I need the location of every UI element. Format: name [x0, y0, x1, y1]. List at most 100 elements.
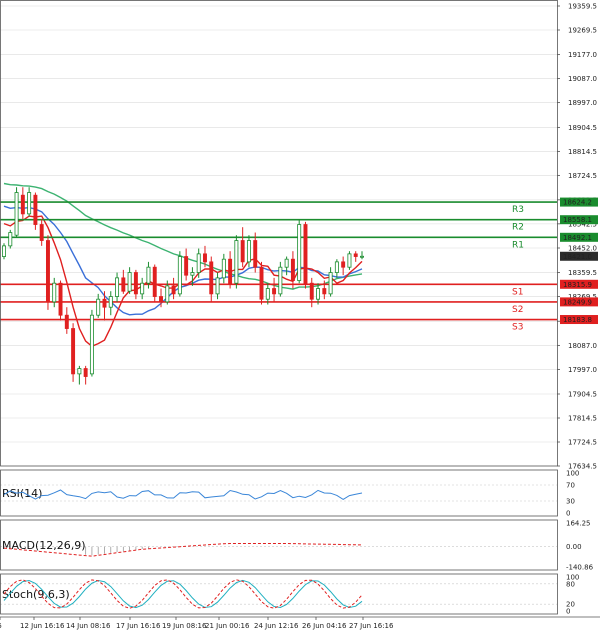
candle-body [115, 277, 120, 297]
level-label-r3: R3 [512, 205, 524, 215]
candle-body [341, 261, 346, 268]
candle-body [2, 245, 6, 257]
candle-body [360, 255, 364, 258]
price-tick-label: 19269.5 [568, 27, 597, 35]
price-tick-label: 17724.5 [568, 439, 597, 447]
candle-body [45, 240, 50, 303]
time-tick-label: 19 Jun 08:16 [162, 622, 207, 630]
candle-body [165, 285, 170, 303]
candle-body [246, 240, 251, 263]
time-tick-label: 4:16 [0, 622, 2, 630]
candle-body [234, 240, 239, 284]
candle-body [272, 288, 277, 295]
candle-body [290, 258, 295, 281]
time-tick-label: 27 Jun 16:16 [349, 622, 394, 630]
level-price-label: 18183.8 [563, 316, 592, 324]
indicator-tick-label: 100 [566, 470, 579, 478]
candle-body [196, 253, 201, 273]
indicator-frame [0, 469, 558, 517]
price-tick-label: 18997.0 [568, 99, 597, 107]
candle-body [89, 314, 94, 375]
candle-body [33, 194, 38, 225]
indicator-tick-label: 164.25 [566, 520, 591, 528]
level-label-s2: S2 [512, 305, 523, 315]
candle-body [171, 285, 176, 295]
rsi-panel: 10070300RSI(14) [0, 470, 579, 518]
price-tick-label: 18359.5 [568, 269, 597, 277]
candle-body [108, 296, 113, 308]
candle-body [177, 256, 182, 295]
candle-body [215, 277, 220, 295]
candle-body [27, 192, 32, 215]
ma-fast-line [3, 215, 363, 348]
candle-body [39, 224, 44, 241]
candle-body [297, 224, 302, 281]
candle-body [184, 256, 189, 276]
main-frame [0, 0, 558, 467]
chart-canvas: R3 R2 R1 S1 S2 S3 19359.5 19269.5 19177.0 19087.… [0, 0, 600, 630]
indicator-tick-label: 0.00 [566, 543, 582, 551]
candle-body [284, 258, 289, 268]
indicator-name: MACD(12,26,9) [2, 539, 86, 552]
price-tick-label: 19177.0 [568, 51, 597, 59]
price-tick-label: 17904.5 [568, 391, 597, 399]
time-tick-label: 14 Jun 08:16 [66, 622, 111, 630]
time-tick-label: 12 Jun 16:16 [20, 622, 65, 630]
candle-body [159, 296, 163, 303]
candle-body [347, 253, 352, 268]
candle-body [228, 258, 233, 284]
time-axis: 4:16 12 Jun 16:1614 Jun 08:16 17 Jun 16:16… [0, 617, 394, 630]
indicator-tick-label: -140.86 [566, 564, 594, 572]
candle-body [253, 240, 258, 268]
candle-body [14, 192, 19, 236]
price-tick-label: 18087.0 [568, 342, 597, 350]
macd-panel: 164.25 0.00 -140.86 MACD(12,26,9) [0, 520, 594, 572]
candle-body [221, 258, 226, 279]
stoch-panel: 10080200Stoch(9,6,3) [0, 574, 579, 616]
level-label-r1: R1 [512, 240, 524, 250]
price-tick-label: 19087.0 [568, 75, 597, 83]
indicator-tick-label: 30 [566, 498, 575, 506]
candle-body [240, 240, 245, 263]
ma-mid-line [3, 205, 363, 316]
ma-slow-line [3, 182, 363, 290]
moving-averages [3, 182, 363, 348]
level-label-s3: S3 [512, 323, 523, 333]
candle-body [203, 253, 207, 263]
candle-body [133, 272, 138, 295]
candle-body [121, 277, 126, 292]
candle-body [152, 266, 157, 297]
candle-body [77, 368, 82, 375]
time-tick-label: 26 Jun 04:16 [302, 622, 347, 630]
candle-body [316, 288, 321, 300]
candle-body [322, 288, 327, 295]
level-price-label: 18558.1 [563, 216, 592, 224]
candle-body [64, 314, 69, 329]
candle-body [278, 266, 283, 295]
rsi-line [3, 489, 363, 500]
level-price-label: 18249.9 [563, 298, 592, 306]
indicator-tick-label: 80 [566, 580, 575, 588]
indicator-frame [0, 573, 558, 615]
panel-frames [0, 0, 600, 618]
candle-body [140, 282, 145, 295]
candle-body [146, 266, 151, 284]
candle-body [265, 288, 270, 300]
price-tick-label: 18724.5 [568, 172, 597, 180]
candle-body [303, 224, 308, 284]
candle-body [209, 261, 214, 295]
candle-body [328, 272, 333, 295]
candle-body [58, 282, 63, 316]
current-price-label: 18421.0 [563, 253, 592, 261]
price-grid [0, 5, 557, 467]
time-tick-label: 24 Jun 12:16 [254, 622, 299, 630]
candle-body [8, 232, 13, 247]
candle-body [190, 272, 195, 276]
candle-body [127, 272, 132, 292]
level-label-r2: R2 [512, 223, 524, 233]
level-label-s1: S1 [512, 287, 523, 297]
level-price-label: 18315.9 [563, 281, 592, 289]
price-axis: 19359.5 19269.5 19177.0 19087.0 18997.0 18904… [557, 3, 598, 471]
candle-body [96, 298, 101, 316]
indicator-tick-label: 70 [566, 482, 575, 490]
